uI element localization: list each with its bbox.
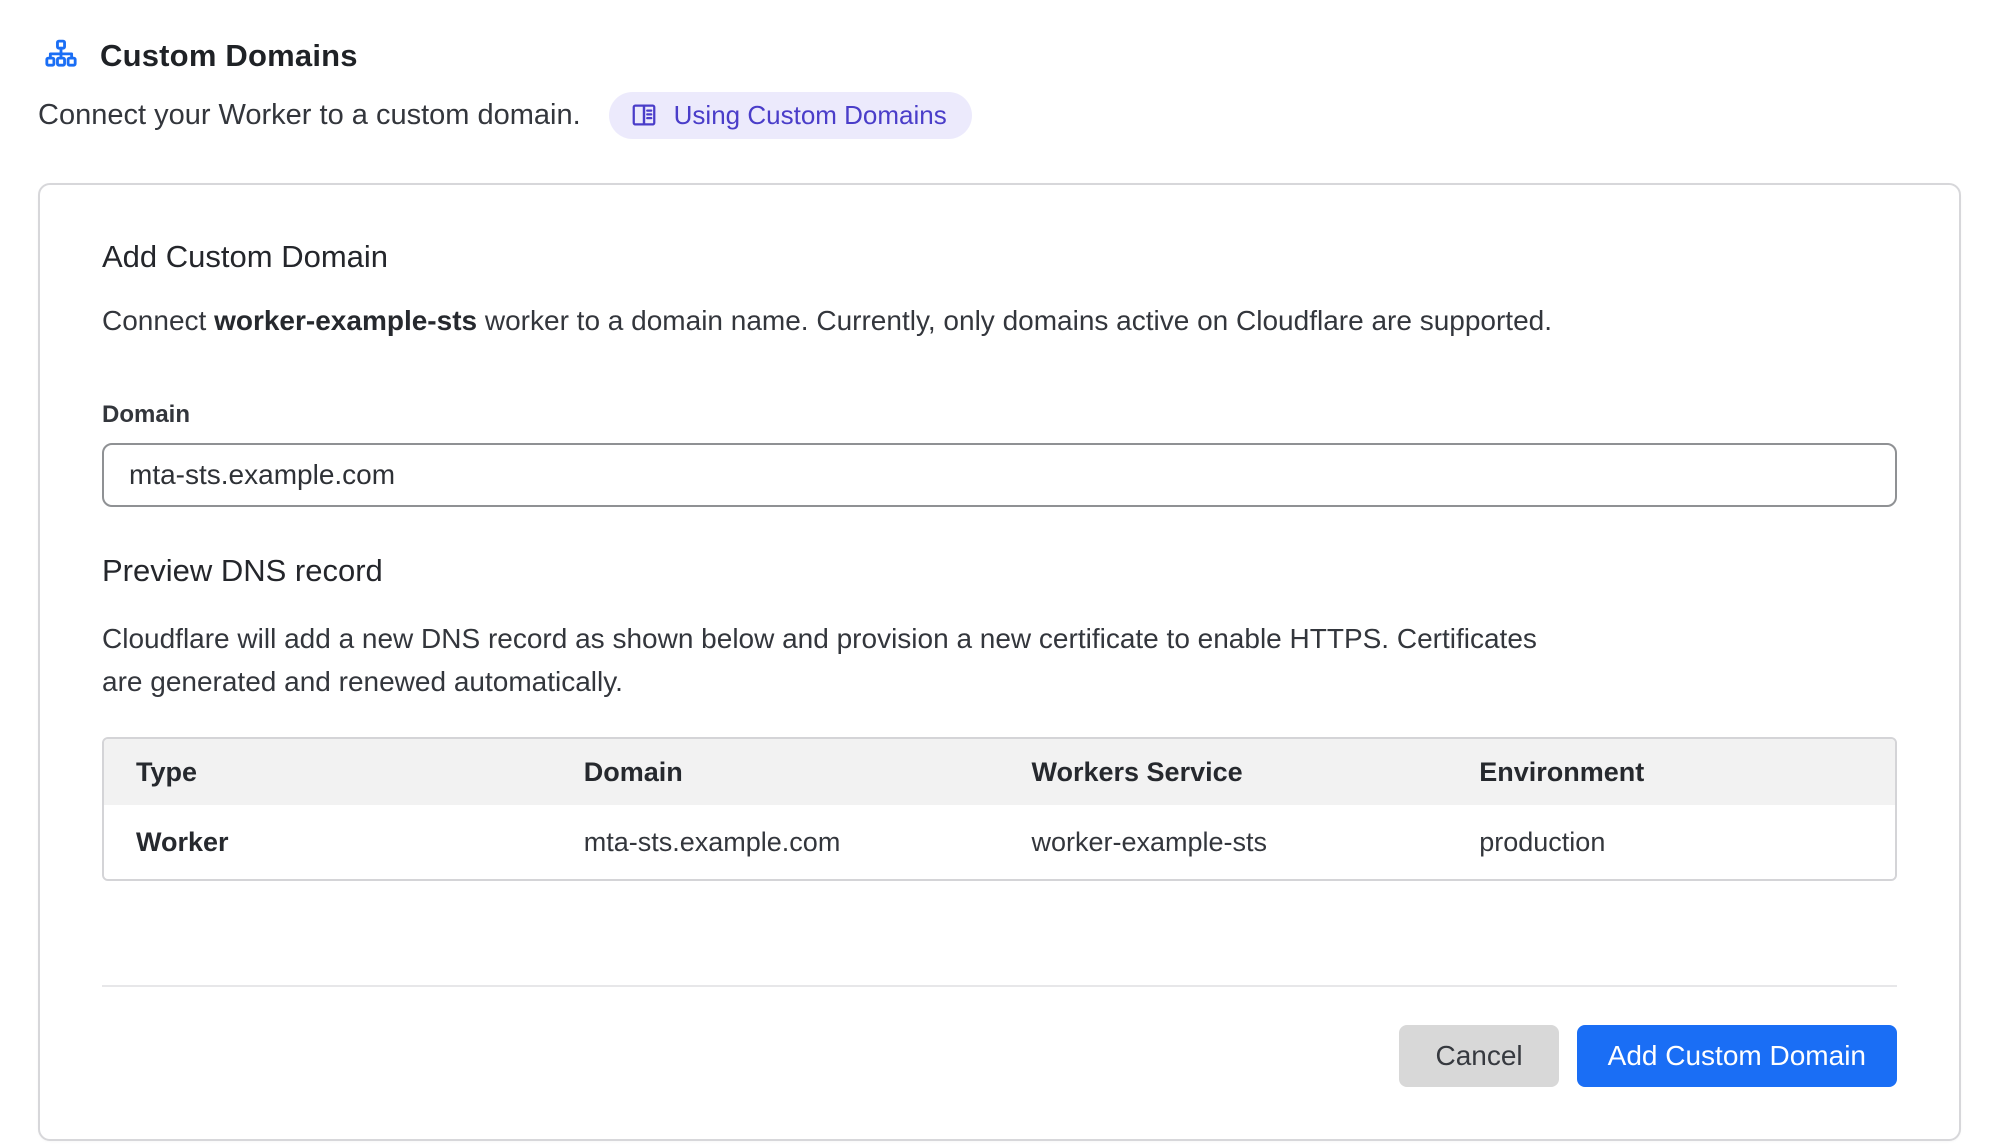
cancel-button[interactable]: Cancel [1399,1025,1558,1087]
docs-link[interactable]: Using Custom Domains [609,92,972,139]
add-custom-domain-button[interactable]: Add Custom Domain [1577,1025,1897,1087]
table-row: Worker mta-sts.example.com worker-exampl… [104,805,1895,879]
preview-dns-heading: Preview DNS record [102,553,1897,589]
page-subtitle: Connect your Worker to a custom domain. [38,99,581,132]
page-header: Custom Domains [38,38,1961,74]
worker-name: worker-example-sts [214,305,477,336]
domain-label: Domain [102,401,1897,429]
card-actions: Cancel Add Custom Domain [102,1025,1897,1087]
column-header-environment: Environment [1447,739,1895,805]
preview-dns-description: Cloudflare will add a new DNS record as … [102,617,1572,703]
open-book-icon [629,100,659,130]
cell-environment: production [1447,805,1895,879]
column-header-workers-service: Workers Service [1000,739,1448,805]
dns-table-header-row: Type Domain Workers Service Environment [104,739,1895,805]
column-header-type: Type [104,739,552,805]
card-intro: Connect worker-example-sts worker to a d… [102,305,1897,337]
card-heading: Add Custom Domain [102,239,1897,275]
page-title: Custom Domains [100,38,358,74]
page-subtitle-row: Connect your Worker to a custom domain. … [38,92,1961,139]
footer-divider [102,985,1897,987]
domain-input[interactable] [102,443,1897,507]
cell-domain: mta-sts.example.com [552,805,1000,879]
dns-table-header: Type Domain Workers Service Environment [104,739,1895,805]
dns-preview-table: Type Domain Workers Service Environment … [102,737,1897,881]
cell-type: Worker [104,805,552,879]
custom-domains-page: Custom Domains Connect your Worker to a … [0,0,1999,1141]
column-header-domain: Domain [552,739,1000,805]
intro-prefix: Connect [102,305,214,336]
add-custom-domain-card: Add Custom Domain Connect worker-example… [38,183,1961,1141]
sitemap-icon [44,39,78,73]
cell-workers-service: worker-example-sts [1000,805,1448,879]
docs-link-label: Using Custom Domains [674,102,947,128]
intro-suffix: worker to a domain name. Currently, only… [477,305,1552,336]
